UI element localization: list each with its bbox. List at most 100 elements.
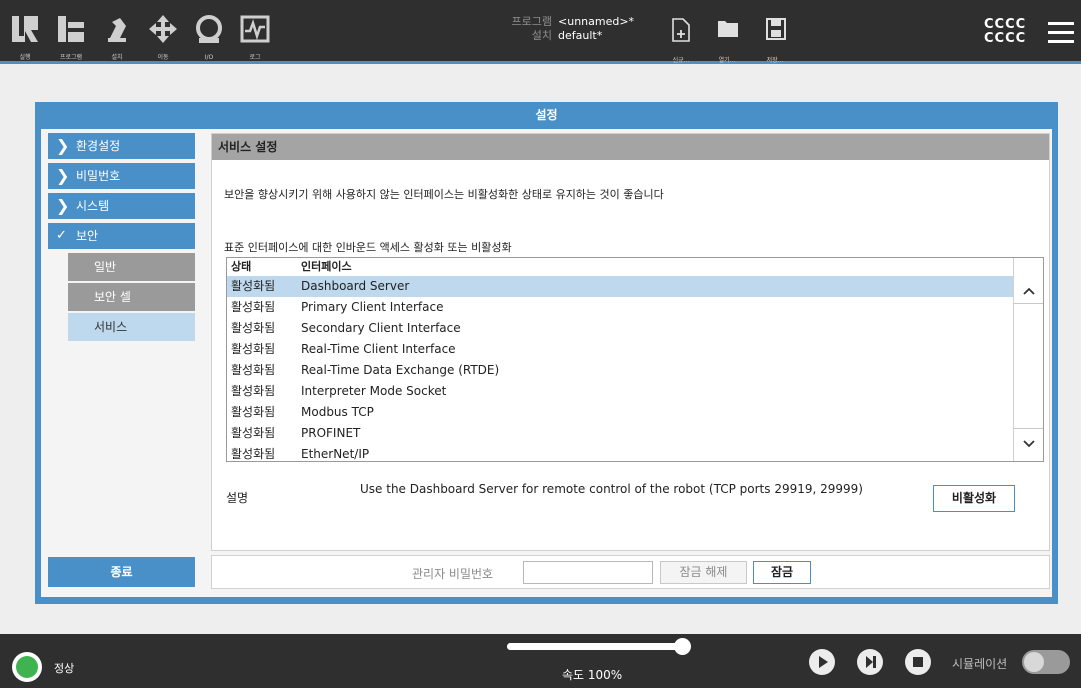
interface-list[interactable]: 상태 인터페이스 활성화됨 Dashboard Server 활성화됨 Prim… [226,257,1044,462]
stop-icon[interactable] [905,649,931,675]
row-status: 활성화됨 [231,342,276,356]
save-icon [766,18,786,40]
install-value: default* [558,29,603,42]
speed-slider-handle[interactable] [674,638,691,655]
nav-install[interactable]: 설치 [98,0,136,64]
robot-status-icon[interactable] [12,652,42,682]
sidebar-item-security[interactable]: ✓ 보안 [48,223,195,249]
nav-run[interactable]: 실행 [6,0,44,64]
list-item[interactable]: 활성화됨 PROFINET [227,423,1013,444]
row-interface: PROFINET [301,426,361,440]
sidebar-item-label: 시스템 [76,199,110,213]
robot-status-text: 정상 [54,662,75,675]
list-item[interactable]: 활성화됨 Primary Client Interface [227,297,1013,318]
list-item[interactable]: 활성화됨 Dashboard Server [227,276,1013,297]
speed-slider[interactable] [507,638,691,655]
speed-text: 속도 100% [562,668,623,682]
open-file-label: 열기... [718,57,736,64]
list-item[interactable]: 활성화됨 Real-Time Data Exchange (RTDE) [227,360,1013,381]
top-header: 실행 프로그램 설치 이동 I/O 로그 프로그램 <unnamed>* 설치 … [0,0,1081,64]
sidebar-subitem-safety-cell[interactable]: 보안 셀 [68,283,195,311]
scroll-down-button[interactable] [1014,428,1043,458]
sidebar-item-password[interactable]: ❯ 비밀번호 [48,163,195,189]
step-icon[interactable] [857,649,883,675]
main-nav: 실행 프로그램 설치 이동 I/O 로그 [0,0,282,64]
row-status: 활성화됨 [231,447,276,461]
simulation-label: 시뮬레이션 [952,657,1008,671]
list-item[interactable]: 활성화됨 Secondary Client Interface [227,318,1013,339]
lock-button[interactable]: 잠금 [753,561,811,584]
row-interface: Secondary Client Interface [301,321,461,335]
program-icon [58,16,84,42]
nav-program[interactable]: 프로그램 [52,0,90,64]
section-title: 서비스 설정 [212,134,1049,160]
nav-move[interactable]: 이동 [144,0,182,64]
list-item[interactable]: 활성화됨 Modbus TCP [227,402,1013,423]
row-interface: EtherNet/IP [301,447,370,461]
unlock-button[interactable]: 잠금 해제 [660,561,747,584]
row-interface: Dashboard Server [301,279,410,293]
program-label: 프로그램 [511,15,552,28]
menu-icon[interactable] [1048,22,1074,44]
user-info[interactable]: CCCC CCCC [984,18,1026,46]
disable-button[interactable]: 비활성화 [933,485,1015,512]
admin-password-label: 관리자 비밀번호 [412,567,494,581]
chevron-right-icon: ❯ [56,136,70,155]
sidebar-subitem-general[interactable]: 일반 [68,253,195,281]
sidebar-item-system[interactable]: ❯ 시스템 [48,193,195,219]
settings-dialog: 설정 ❯ 환경설정 ❯ 비밀번호 ❯ 시스템 ✓ 보안 일반 보안 셀 서비스 … [35,102,1058,604]
user-line-2: CCCC [984,31,1027,46]
chevron-down-icon [1022,440,1035,448]
new-file-label: 신규... [672,57,690,64]
bottom-bar: 정상 속도 100% 시뮬레이션 [0,634,1081,688]
list-scrollbar[interactable] [1013,258,1043,461]
settings-sidebar: ❯ 환경설정 ❯ 비밀번호 ❯ 시스템 ✓ 보안 일반 보안 셀 서비스 [48,133,195,343]
chevron-right-icon: ❯ [56,166,70,185]
nav-io[interactable]: I/O [190,0,228,64]
folder-icon [718,21,738,37]
explanation-text: Use the Dashboard Server for remote cont… [360,482,863,496]
chevron-right-icon: ❯ [56,196,70,215]
admin-password-input[interactable] [523,561,653,584]
nav-log[interactable]: 로그 [236,0,274,64]
row-interface: Primary Client Interface [301,300,444,314]
row-status: 활성화됨 [231,321,276,335]
nav-program-label: 프로그램 [59,54,83,61]
exit-button[interactable]: 종료 [48,557,195,587]
admin-password-bar: 관리자 비밀번호 잠금 해제 잠금 [211,555,1050,589]
column-interface: 인터페이스 [301,260,352,273]
nav-log-label: 로그 [249,54,261,61]
sidebar-item-label: 환경설정 [76,139,121,153]
move-icon [149,15,177,43]
nav-install-label: 설치 [111,54,123,61]
list-item[interactable]: 활성화됨 EtherNet/IP [227,444,1013,461]
sidebar-subitem-services[interactable]: 서비스 [68,313,195,341]
nav-io-label: I/O [204,54,214,61]
speed-slider-fill [507,643,683,650]
services-panel: 서비스 설정 보안을 향상시키기 위해 사용하지 않는 인터페이스는 비활성화한… [211,133,1050,551]
chevron-down-icon: ✓ [56,228,67,243]
list-item[interactable]: 활성화됨 Interpreter Mode Socket [227,381,1013,402]
install-icon [108,18,126,42]
new-file-button[interactable]: 신규... [666,14,696,64]
sidebar-item-label: 보안 [76,229,99,243]
row-interface: Modbus TCP [301,405,374,419]
play-icon[interactable] [809,649,835,675]
sidebar-item-preferences[interactable]: ❯ 환경설정 [48,133,195,159]
install-label: 설치 [531,29,552,42]
nav-move-label: 이동 [157,54,169,61]
list-caption: 표준 인터페이스에 대한 인바운드 액세스 활성화 또는 비활성화 [224,241,512,254]
scroll-up-button[interactable] [1014,276,1043,304]
explanation-label: 설명 [226,491,249,505]
row-status: 활성화됨 [231,279,276,293]
chevron-up-icon [1022,287,1035,295]
dialog-title: 설정 [535,108,558,122]
simulation-toggle[interactable] [1022,650,1070,674]
column-status: 상태 [231,260,252,273]
list-header: 상태 인터페이스 [227,258,1043,276]
save-file-button[interactable]: 저장... [760,14,790,64]
open-file-button[interactable]: 열기... [712,14,742,64]
list-item[interactable]: 활성화됨 Real-Time Client Interface [227,339,1013,360]
save-file-label: 저장... [766,57,784,64]
new-file-icon [672,18,690,42]
